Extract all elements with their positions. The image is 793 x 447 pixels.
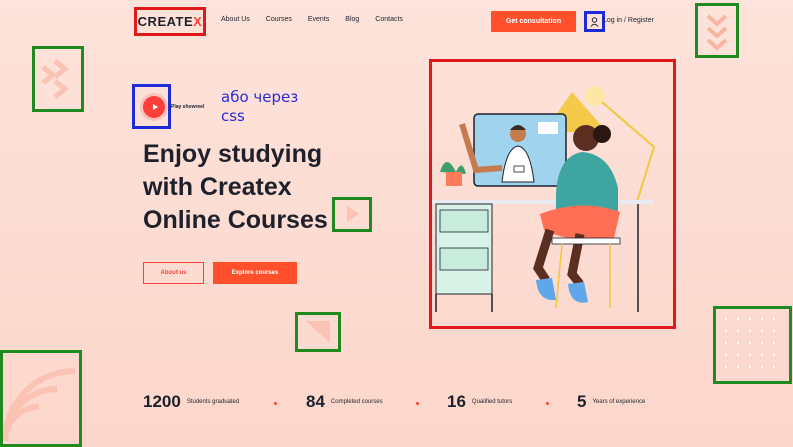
stat-number: 1200 (143, 392, 181, 411)
annotation-line-1: або через (221, 88, 299, 106)
login-icon-highlight-box[interactable] (584, 11, 605, 32)
stat-label: Qualified tutors (471, 399, 513, 405)
stat-experience: 5 Years of experience (577, 392, 645, 412)
explore-courses-button[interactable]: Explore courses (213, 262, 297, 284)
nav-item-events[interactable]: Events (308, 16, 329, 23)
stat-students: 1200 Students graduated (143, 392, 239, 412)
user-icon (590, 16, 599, 27)
dot-grid-icon (724, 317, 776, 369)
marker-dot-grid (713, 306, 792, 384)
stat-separator-dot (546, 402, 549, 405)
logo-text: CREATE (137, 14, 194, 29)
play-showreel-label[interactable]: Play showreel (171, 104, 204, 110)
logo[interactable]: CREATEX (138, 14, 203, 29)
get-consultation-button[interactable]: Get consultation (491, 11, 576, 32)
stat-label: Completed courses (330, 399, 383, 405)
marker-play-shape (332, 197, 372, 232)
main-nav: About Us Courses Events Blog Contacts (221, 16, 419, 23)
diagonal-shape-icon (306, 321, 330, 343)
logo-accent: X (193, 14, 203, 29)
chevron-down-icon (706, 14, 728, 51)
chevron-right-icon (41, 59, 70, 99)
play-button[interactable] (143, 96, 165, 118)
logo-highlight-box[interactable]: CREATEX (134, 7, 206, 36)
stat-courses: 84 Completed courses (306, 392, 383, 412)
play-icon (152, 104, 158, 110)
about-us-button[interactable]: About us (143, 262, 204, 284)
stat-label: Students graduated (186, 399, 240, 405)
nav-item-contacts[interactable]: Contacts (375, 16, 403, 23)
nav-item-about-us[interactable]: About Us (221, 16, 250, 23)
annotation-line-2: css (221, 107, 245, 125)
stat-separator-dot (416, 402, 419, 405)
marker-bottom-left (0, 350, 82, 447)
triangle-icon (347, 206, 359, 222)
stat-number: 16 (447, 392, 466, 411)
stat-label: Years of experience (592, 399, 646, 405)
nav-item-blog[interactable]: Blog (345, 16, 359, 23)
stat-number: 5 (577, 392, 587, 411)
arc-pattern-icon (2, 368, 76, 442)
marker-square-bottom (295, 312, 341, 352)
stat-tutors: 16 Qualified tutors (447, 392, 512, 412)
stat-separator-dot (274, 402, 277, 405)
marker-top-right (695, 3, 739, 58)
login-register-link[interactable]: Log in / Register (603, 17, 654, 24)
marker-left-top (32, 46, 84, 112)
nav-item-courses[interactable]: Courses (266, 16, 292, 23)
hero-title-line-1: Enjoy studying (143, 140, 323, 168)
stat-number: 84 (306, 392, 325, 411)
annotation-note: або через css (221, 88, 298, 126)
hero-illustration (432, 86, 655, 312)
